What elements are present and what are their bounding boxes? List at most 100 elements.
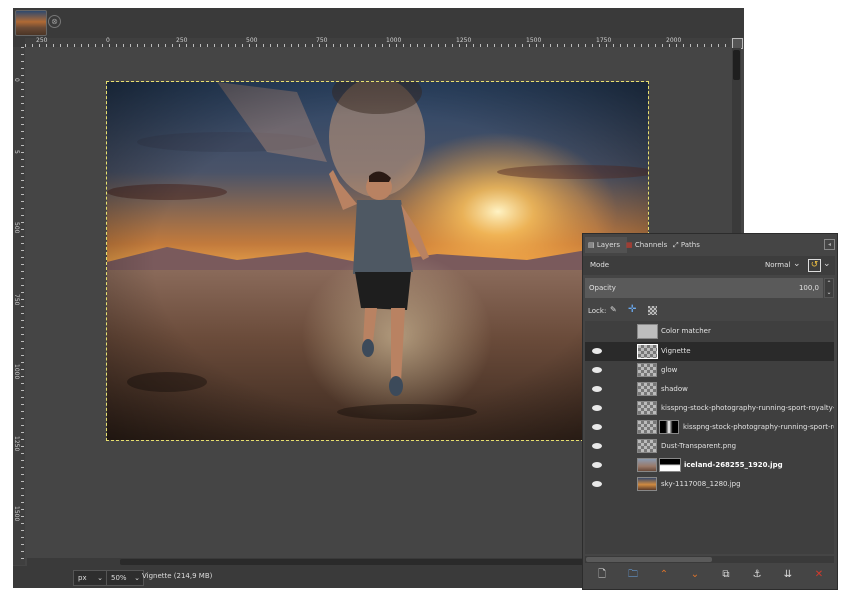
new-layer-group-icon[interactable]: 🗀 [626,568,640,582]
layer-mask-thumbnail [659,458,681,472]
vruler-label: 500 [13,222,20,234]
layer-row-selected[interactable]: Vignette [585,342,834,361]
lock-pixels-icon[interactable]: ✎ [610,305,617,314]
layer-row[interactable]: glow [585,361,834,380]
close-tab-icon[interactable]: ⊗ [48,15,61,28]
vruler-label: 1250 [13,436,20,452]
tab-label: Layers [596,241,621,249]
layer-name: kisspng-stock-photography-running-sport-… [661,404,834,412]
layer-thumbnail [637,382,657,396]
layer-row[interactable]: Dust-Transparent.png [585,437,834,456]
tab-label: Paths [680,241,700,249]
raise-layer-icon[interactable]: ⌃ [657,568,671,582]
merge-layer-icon[interactable]: ⇊ [781,568,795,582]
layer-row[interactable]: iceland-268255_1920.jpg [585,456,834,475]
layer-name: Color matcher [661,327,711,335]
chevron-down-icon: ⌄ [134,574,140,582]
layers-scrollbar-thumb[interactable] [586,557,712,562]
layer-info-label: Vignette (214,9 MB) [142,572,213,580]
layer-thumbnail [637,363,657,377]
ruler-label: 250 [36,37,48,44]
eye-icon[interactable] [592,462,602,468]
layer-row[interactable]: kisspng-stock-photography-running-sport-… [585,399,834,418]
image-tab-bar [13,8,744,38]
ruler-label: 1750 [596,37,612,44]
vertical-ruler[interactable] [13,47,25,565]
eye-icon[interactable] [592,405,602,411]
mode-value: Normal [765,261,791,269]
opacity-value: 100,0 [798,284,819,292]
tab-label: Channels [634,241,668,249]
duplicate-layer-icon[interactable]: ⧉ [719,568,733,582]
ruler-label: 1000 [386,37,402,44]
horizontal-ruler[interactable] [25,38,730,47]
zoom-select[interactable]: 50% ⌄ [106,570,144,586]
layers-tab-icon: ▤ [588,241,595,249]
paths-tab-icon: ⤢ [673,241,679,249]
ruler-label: 2000 [666,37,682,44]
vruler-label: 0 [13,78,20,82]
unit-value: px [78,574,87,582]
lower-layer-icon[interactable]: ⌄ [688,568,702,582]
eye-icon[interactable] [592,481,602,487]
layer-mask-thumbnail [659,420,679,434]
vruler-label: 750 [13,294,20,306]
ruler-label: 1250 [456,37,472,44]
chevron-down-icon: ⌄ [793,259,801,269]
image-canvas[interactable] [106,81,649,441]
layer-thumbnail [637,420,657,434]
dock-menu-icon[interactable]: ◂ [824,239,835,250]
ruler-label: 750 [316,37,328,44]
layer-row[interactable]: kisspng-stock-photography-running-sport-… [585,418,834,437]
layer-name: shadow [661,385,688,393]
lock-position-icon[interactable]: ✛ [628,304,636,315]
eye-icon[interactable] [592,386,602,392]
chevron-down-icon[interactable]: ⌄ [823,259,831,269]
horizontal-scrollbar-thumb[interactable] [120,559,590,565]
vertical-scrollbar-thumb[interactable] [733,50,740,80]
layer-thumbnail [637,324,658,339]
vruler-label: 1000 [13,364,20,380]
opacity-slider[interactable]: Opacity 100,0 [585,278,823,298]
eye-icon[interactable] [592,348,602,354]
image-tab-thumbnail[interactable] [15,10,47,36]
eye-icon[interactable] [592,443,602,449]
ruler-label: 250 [176,37,188,44]
mode-switch-icon[interactable]: ↺ [808,259,821,272]
ruler-corner [13,38,25,47]
zoom-value: 50% [111,574,127,582]
layer-thumbnail [637,401,657,415]
delete-layer-icon[interactable]: ✕ [812,568,826,582]
tab-layers[interactable]: ▤ Layers [585,237,627,253]
vruler-label: 1500 [13,506,20,522]
eye-icon[interactable] [592,424,602,430]
tab-paths[interactable]: ⤢ Paths [670,237,710,253]
unit-select[interactable]: px ⌄ [73,570,107,586]
vruler-label: 5 [13,150,20,154]
opacity-spin-buttons[interactable]: ⌃ ⌄ [824,278,834,298]
layer-name: Vignette [661,347,691,355]
channels-tab-icon: ▦ [626,241,633,249]
layer-row[interactable]: shadow [585,380,834,399]
layer-row[interactable]: Color matcher [585,322,834,341]
lock-label: Lock: [588,307,607,315]
layer-name: kisspng-stock-photography-running-sport-… [683,423,834,431]
anchor-layer-icon[interactable]: ⚓ [750,568,764,582]
chevron-down-icon: ⌄ [97,574,103,582]
layer-thumbnail [637,344,658,359]
layer-row[interactable]: sky-1117008_1280.jpg [585,475,834,494]
mode-label: Mode [590,261,610,269]
layer-thumbnail [637,458,657,472]
ruler-label: 500 [246,37,258,44]
layer-name: glow [661,366,678,374]
tab-channels[interactable]: ▦ Channels [623,237,673,253]
layer-thumbnail [637,477,657,491]
layer-name: Dust-Transparent.png [661,442,737,450]
layer-name: iceland-268255_1920.jpg [684,461,783,469]
mode-select[interactable]: Normal ⌄ [760,258,802,273]
new-layer-icon[interactable]: 🗋 [595,568,609,582]
layer-thumbnail [637,439,657,453]
lock-alpha-icon[interactable] [648,306,657,315]
eye-icon[interactable] [592,367,602,373]
layer-name: sky-1117008_1280.jpg [661,480,741,488]
